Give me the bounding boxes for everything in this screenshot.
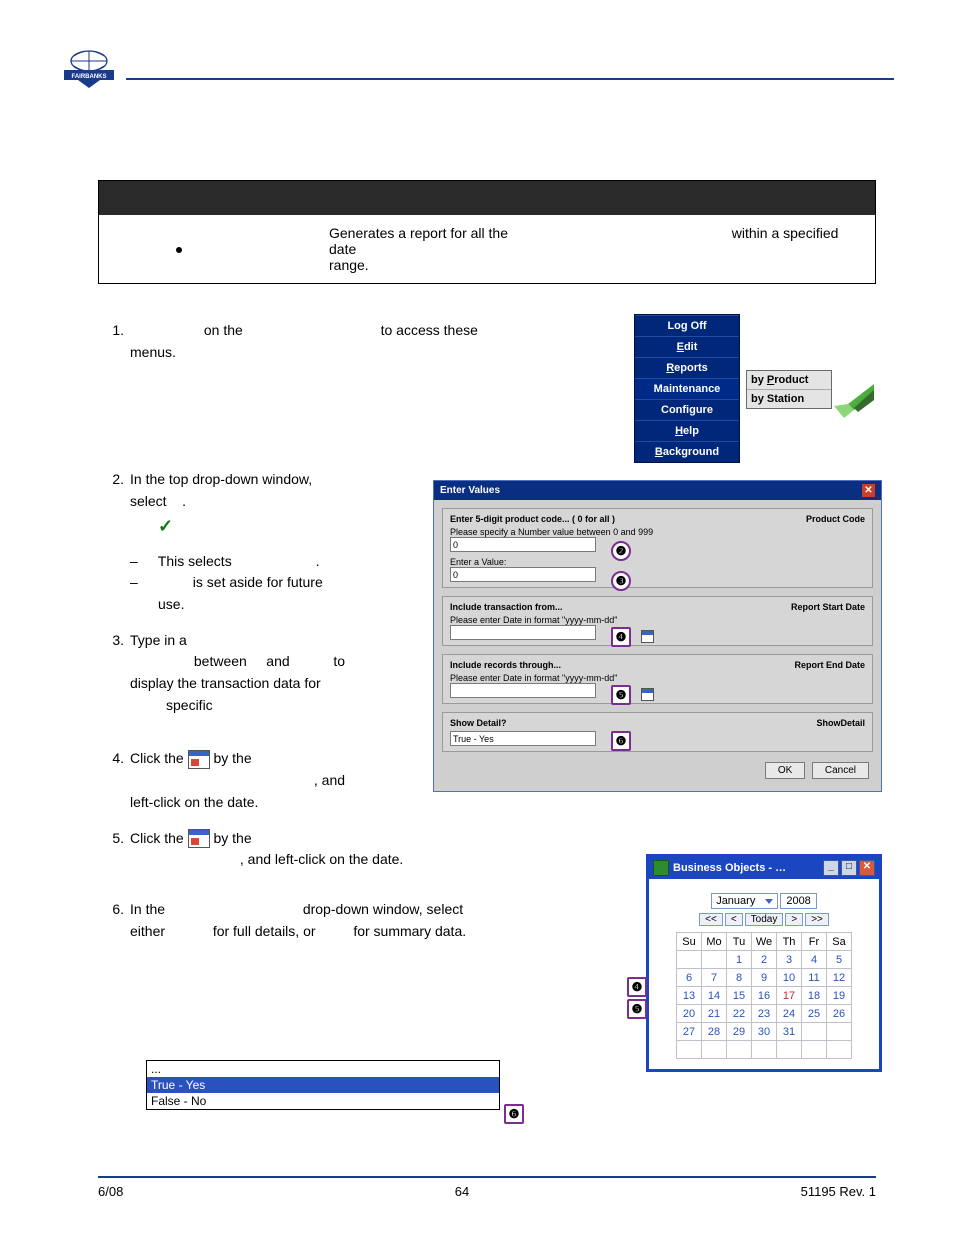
footer-right: 51195 Rev. 1 <box>801 1184 876 1199</box>
close-button[interactable]: ✕ <box>859 860 875 876</box>
nav-next[interactable]: > <box>785 913 803 926</box>
step-4-num: 4. <box>98 748 130 813</box>
arrow-3d-icon <box>834 384 876 424</box>
close-icon[interactable]: ✕ <box>862 484 875 497</box>
badge-2: ❷ <box>611 541 631 561</box>
g1-l1: Please specify a Number value between 0 … <box>450 527 865 537</box>
badge-6: ❻ <box>611 731 631 751</box>
start-date-input[interactable] <box>450 625 596 640</box>
fairbanks-logo: FAIRBANKS <box>60 50 118 90</box>
app-icon <box>653 860 669 876</box>
calendar-icon[interactable] <box>188 829 210 848</box>
menu-reports[interactable]: Reports <box>635 357 739 378</box>
step-5-num: 5. <box>98 828 130 871</box>
dd-row-false[interactable]: False - No <box>147 1093 499 1109</box>
menu-help[interactable]: Help <box>635 420 739 441</box>
g1-right: Product Code <box>806 514 865 524</box>
step-6: In the drop-down window, select either f… <box>130 899 580 942</box>
dd-row-true[interactable]: True - Yes <box>147 1077 499 1093</box>
side-badge-5: ❺ <box>627 999 647 1019</box>
enter-values-dialog: Enter Values ✕ Enter 5-digit product cod… <box>433 480 882 792</box>
nav-last[interactable]: >> <box>805 913 829 926</box>
side-badge-4: ❹ <box>627 977 647 997</box>
submenu-by-station[interactable]: by Station <box>747 389 831 408</box>
badge-6b: ❻ <box>504 1104 524 1124</box>
submenu-by-product[interactable]: by Product <box>747 371 831 389</box>
dd-row-dots[interactable]: ... <box>147 1061 499 1077</box>
nav-today[interactable]: Today <box>745 913 784 926</box>
step-4: Click the by the , and left-click on the… <box>130 748 430 813</box>
menu-background[interactable]: Background <box>635 441 739 462</box>
g2-l1: Please enter Date in format "yyyy-mm-dd" <box>450 615 865 625</box>
minimize-button[interactable]: _ <box>823 860 839 876</box>
calendar-icon[interactable] <box>641 688 654 701</box>
calendar-grid: SuMoTuWeThFrSa 12345 6789101112 13141516… <box>676 932 852 1059</box>
step-2: In the top drop-down window, select . ✓ … <box>130 469 410 615</box>
show-detail-dropdown[interactable]: ... True - Yes False - No <box>146 1060 500 1110</box>
page-header: FAIRBANKS <box>60 40 894 90</box>
desc-pre: Generates a report for all the <box>329 225 508 241</box>
chevron-down-icon <box>765 899 773 904</box>
g1-head: Enter 5-digit product code... ( 0 for al… <box>450 514 615 524</box>
maximize-button[interactable]: □ <box>841 860 857 876</box>
calendar-icon[interactable] <box>641 630 654 643</box>
footer-mid: 64 <box>455 1184 469 1199</box>
menu-edit[interactable]: Edit <box>635 336 739 357</box>
g2-right: Report Start Date <box>791 602 865 612</box>
bullet-icon <box>176 247 182 253</box>
end-date-input[interactable] <box>450 683 596 698</box>
badge-4: ❹ <box>611 627 631 647</box>
nav-first[interactable]: << <box>699 913 723 926</box>
g3-l1: Please enter Date in format "yyyy-mm-dd" <box>450 673 865 683</box>
g3-right: Report End Date <box>794 660 865 670</box>
calpop-title: Business Objects - … <box>673 862 786 874</box>
step-1: on the to access these menus. <box>130 320 560 363</box>
step-3: Type in a between and to display the tra… <box>130 630 410 717</box>
menu-logoff[interactable]: Log Off <box>635 315 739 336</box>
desc-range: range. <box>329 257 369 273</box>
month-select[interactable]: January <box>711 893 778 909</box>
check-icon: ✓ <box>158 516 173 536</box>
step-3-num: 3. <box>98 630 130 717</box>
cancel-button[interactable]: Cancel <box>812 762 869 779</box>
footer-left: 6/08 <box>98 1184 123 1199</box>
year-display: 2008 <box>780 893 816 909</box>
step-6-num: 6. <box>98 899 130 942</box>
g3-head: Include records through... <box>450 660 561 670</box>
badge-5: ❺ <box>611 685 631 705</box>
nav-prev[interactable]: < <box>725 913 743 926</box>
dialog-title: Enter Values <box>440 485 500 496</box>
step-1-num: 1. <box>98 320 130 363</box>
menu-configure[interactable]: Configure <box>635 399 739 420</box>
show-detail-input[interactable] <box>450 731 596 746</box>
step-5: Click the by the , and left-click on the… <box>130 828 490 871</box>
menu-screenshot: Log Off Edit Reports Maintenance Configu… <box>634 314 876 463</box>
menu-maintenance[interactable]: Maintenance <box>635 378 739 399</box>
svg-text:FAIRBANKS: FAIRBANKS <box>71 74 106 80</box>
g4-head: Show Detail? <box>450 718 507 728</box>
ok-button[interactable]: OK <box>765 762 805 779</box>
step-2-num: 2. <box>98 469 130 615</box>
page-footer: 6/08 64 51195 Rev. 1 <box>98 1176 876 1199</box>
header-rule <box>126 78 894 80</box>
badge-3: ❸ <box>611 571 631 591</box>
enter-value-input[interactable] <box>450 567 596 582</box>
g1-l2: Enter a Value: <box>450 557 865 567</box>
calendar-icon[interactable] <box>188 750 210 769</box>
calendar-popup: Business Objects - … _ □ ✕ January 2008 … <box>646 854 882 1072</box>
g2-head: Include transaction from... <box>450 602 563 612</box>
description-table: Generates a report for all the within a … <box>98 180 876 284</box>
product-code-input[interactable] <box>450 537 596 552</box>
g4-right: ShowDetail <box>816 718 865 728</box>
